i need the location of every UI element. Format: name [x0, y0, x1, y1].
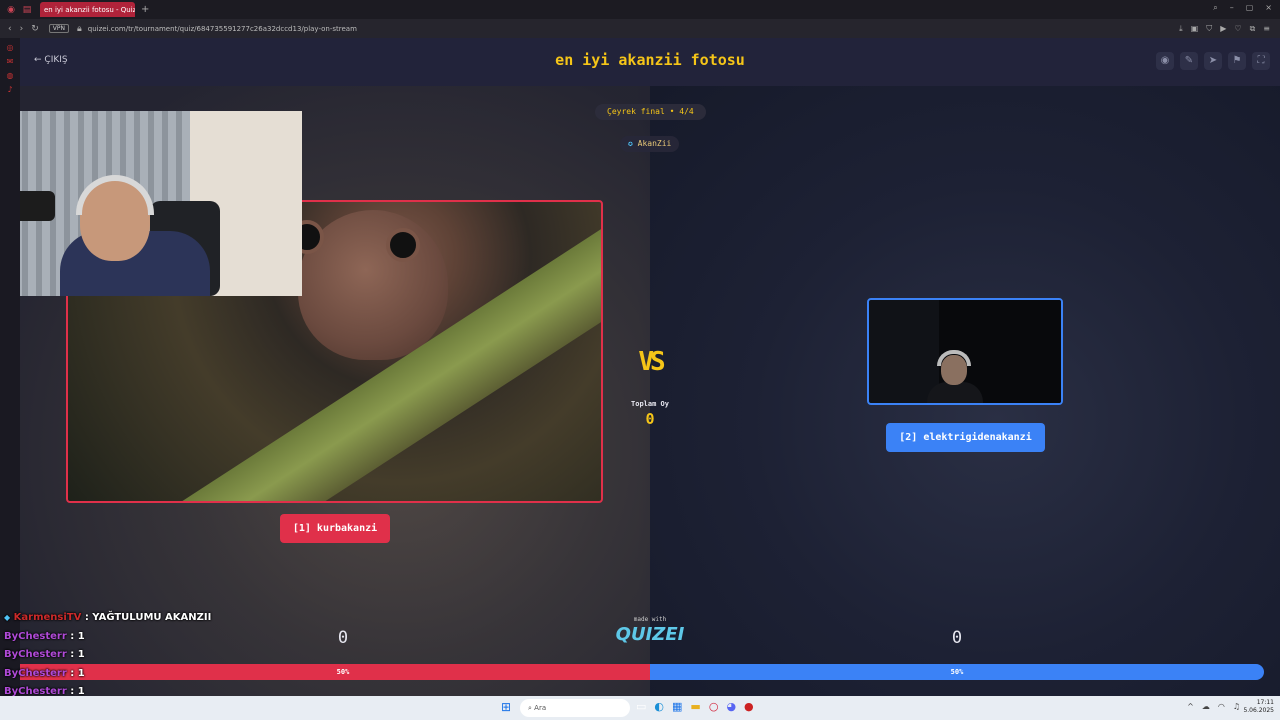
app-icon[interactable]: ● — [744, 700, 754, 713]
sidebar-aria-icon[interactable]: ◎ — [6, 44, 14, 52]
chat-text: : YAĞTULUMU AKANZII — [84, 612, 212, 623]
vs-icon: VS — [638, 347, 665, 377]
quiz-title: en iyi akanzii fotosu — [555, 51, 745, 69]
header-actions: ◉ ✎ ➤ ⚑ ⛶ — [1156, 52, 1270, 70]
chat-text: : 1 — [70, 630, 85, 642]
clock-date: 5.06.2025 — [1243, 707, 1274, 714]
taskbar-search[interactable]: ⌕ Ara — [520, 699, 630, 717]
search-tabs-icon[interactable]: ⌕ — [1213, 3, 1217, 13]
frog-eye — [386, 228, 420, 262]
store-icon[interactable]: ▦ — [672, 700, 682, 713]
forward-icon[interactable]: › — [20, 24, 24, 34]
right-percent: 50% — [950, 668, 964, 676]
window-controls: ⌕ – ▢ × — [1213, 3, 1272, 13]
menu-icon[interactable]: ≡ — [1263, 24, 1270, 34]
tab-title: en iyi akanzii fotosu - Quiz — [44, 5, 135, 14]
snapshot-icon[interactable]: ▣ — [1191, 24, 1199, 34]
new-tab-icon[interactable]: + — [141, 4, 149, 15]
chat-username: KarmensiTV — [13, 612, 82, 623]
task-view-icon[interactable]: ▭ — [636, 700, 646, 713]
made-with-label: made with — [633, 616, 667, 623]
chat-message: ByChesterr : 1 — [4, 649, 264, 668]
volume-icon[interactable]: ♫ — [1233, 702, 1240, 711]
search-placeholder: Ara — [534, 704, 547, 712]
opera-icon[interactable]: ○ — [709, 700, 719, 713]
taskbar-clock[interactable]: 17:11 5.06.2025 — [1243, 699, 1274, 715]
right-image-body — [927, 382, 983, 403]
maximize-icon[interactable]: ▢ — [1246, 3, 1254, 13]
creator-name: AkanZii — [637, 139, 672, 148]
chat-username: ByChesterr — [4, 667, 67, 679]
vpn-badge[interactable]: VPN — [48, 24, 69, 33]
edge-icon[interactable]: ◐ — [654, 700, 664, 713]
creator-icon: ✪ — [628, 139, 633, 148]
reload-icon[interactable]: ↻ — [31, 24, 39, 34]
wifi-icon[interactable]: ◠ — [1218, 702, 1225, 711]
chat-message: ByChesterr : 1 — [4, 631, 264, 650]
windows-taskbar: ⊞ ⌕ Ara ▭ ◐ ▦ ▬ ○ ◕ ● ^ ☁ ◠ ♫ 17:11 5.06… — [0, 696, 1280, 720]
fullscreen-icon[interactable]: ⛶ — [1252, 52, 1270, 70]
lock-icon: 🔒︎ — [76, 23, 82, 34]
chat-text: : 1 — [70, 649, 85, 660]
shield-icon[interactable]: ⛉ — [1206, 24, 1212, 34]
browser-tab[interactable]: en iyi akanzii fotosu - Quiz × — [40, 2, 135, 17]
chat-message: ByChesterr : 1 — [4, 668, 264, 687]
sidebar-messenger-icon[interactable]: ◍ — [6, 72, 14, 80]
extensions-icon[interactable]: ⧉ — [1250, 24, 1256, 34]
flag-icon[interactable]: ⚑ — [1228, 52, 1246, 70]
eye-icon[interactable]: ◉ — [1156, 52, 1174, 70]
tab-menu-icon[interactable]: ▤ — [22, 5, 32, 15]
browser-sidebar: ◎ ✉ ◍ ♪ — [0, 38, 20, 696]
right-option-button[interactable]: [2] elektrigidenakanzi — [886, 423, 1045, 452]
round-badge: Çeyrek final • 4/4 — [595, 104, 706, 120]
folder-icon[interactable]: ▬ — [690, 700, 700, 713]
browser-tab-bar: ◉ ▤ en iyi akanzii fotosu - Quiz × + ⌕ –… — [0, 0, 1280, 19]
creator-badge[interactable]: ✪ AkanZii — [620, 136, 680, 152]
left-option-button[interactable]: [1] kurbakanzi — [280, 514, 390, 543]
quiz-page: ← ÇIKIŞ en iyi akanzii fotosu ◉ ✎ ➤ ⚑ ⛶ … — [20, 38, 1280, 696]
tray-chevron-icon[interactable]: ^ — [1187, 702, 1194, 711]
quizei-logo[interactable]: QUIZEI — [600, 624, 700, 645]
left-vote-count: 0 — [337, 628, 349, 648]
chat-badge-icon: ◆ — [4, 613, 11, 622]
right-vote-bar: 50% — [650, 664, 1264, 680]
url-field[interactable]: quizei.com/tr/tournament/quiz/6847355912… — [88, 25, 357, 33]
sidebar-music-icon[interactable]: ♪ — [6, 86, 14, 94]
sidebar-chat-icon[interactable]: ✉ — [6, 58, 14, 66]
windows-start-icon[interactable]: ⊞ — [501, 701, 514, 714]
back-icon[interactable]: ‹ — [8, 24, 12, 34]
extension-icons: ⤓ ▣ ⛉ ▶ ♡ ⧉ ≡ — [1179, 24, 1270, 34]
right-option-image[interactable] — [867, 298, 1063, 405]
webcam-mic — [20, 191, 55, 221]
minimize-icon[interactable]: – — [1230, 3, 1234, 13]
share-icon[interactable]: ➤ — [1204, 52, 1222, 70]
cloud-icon[interactable]: ☁ — [1202, 702, 1210, 711]
total-votes-value: 0 — [645, 410, 655, 428]
taskbar-apps: ▭ ◐ ▦ ▬ ○ ◕ ● — [636, 700, 754, 713]
browser-logo-icon[interactable]: ◉ — [6, 5, 16, 15]
system-tray: ^ ☁ ◠ ♫ — [1187, 702, 1240, 711]
clock-time: 17:11 — [1256, 699, 1274, 706]
heart-icon[interactable]: ♡ — [1234, 24, 1241, 34]
address-bar: ‹ › ↻ VPN 🔒︎ quizei.com/tr/tournament/qu… — [0, 19, 1280, 38]
chat-username: ByChesterr — [4, 649, 67, 660]
close-window-icon[interactable]: × — [1265, 3, 1272, 13]
chat-text: : 1 — [70, 667, 85, 679]
edit-icon[interactable]: ✎ — [1180, 52, 1198, 70]
stream-chat-overlay: ◆ KarmensiTV : YAĞTULUMU AKANZII ByChest… — [4, 612, 264, 705]
streamer-webcam — [20, 111, 302, 296]
chat-message: ◆ KarmensiTV : YAĞTULUMU AKANZII — [4, 612, 264, 631]
discord-icon[interactable]: ◕ — [726, 700, 736, 713]
quiz-header: ← ÇIKIŞ en iyi akanzii fotosu ◉ ✎ ➤ ⚑ ⛶ — [20, 38, 1280, 86]
download-icon[interactable]: ⤓ — [1179, 24, 1183, 34]
left-percent: 50% — [336, 668, 350, 676]
chat-username: ByChesterr — [4, 630, 67, 642]
right-vote-count: 0 — [951, 628, 963, 648]
total-votes-label: Toplam Oy — [631, 400, 669, 408]
play-icon[interactable]: ▶ — [1220, 24, 1226, 34]
search-icon: ⌕ — [528, 704, 532, 712]
